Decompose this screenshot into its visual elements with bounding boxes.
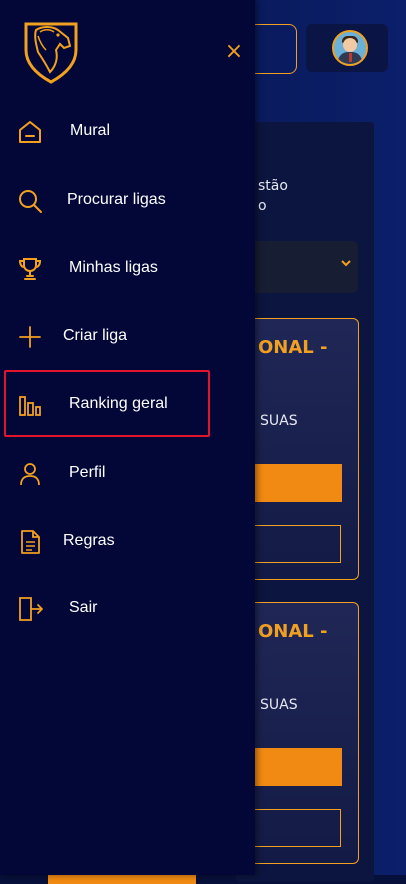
close-menu-button[interactable]: × (222, 40, 246, 64)
user-icon (20, 463, 40, 486)
navigation-drawer: × Mural Procurar ligas Minhas ligas Cria… (0, 0, 255, 875)
nav-item-minhas-ligas[interactable]: Minhas ligas (0, 243, 255, 293)
nav-item-regras[interactable]: Regras (0, 516, 255, 566)
league-card-text: SUAS (260, 413, 298, 429)
content-text-1: stão (258, 178, 288, 194)
nav-item-label: Criar liga (63, 327, 128, 344)
user-avatar-container[interactable] (306, 24, 388, 72)
nav-item-label: Mural (70, 122, 111, 139)
document-icon (21, 530, 40, 554)
nav-item-perfil[interactable]: Perfil (0, 448, 255, 498)
home-icon (19, 121, 41, 143)
nav-item-sair[interactable]: Sair (0, 583, 255, 633)
nav-item-label: Procurar ligas (67, 191, 166, 208)
nav-item-criar-liga[interactable]: Criar liga (0, 311, 255, 361)
nav-item-procurar-ligas[interactable]: Procurar ligas (0, 175, 255, 225)
search-icon (19, 190, 42, 213)
nav-item-label: Sair (69, 599, 98, 616)
bar-chart-icon (19, 396, 41, 416)
league-filter-select[interactable] (244, 241, 358, 293)
avatar[interactable] (332, 30, 368, 66)
league-card-secondary-button[interactable] (244, 525, 341, 563)
horse-logo-icon (24, 22, 78, 84)
nav-item-ranking-geral[interactable]: Ranking geral (0, 379, 255, 429)
nav-item-label: Regras (63, 532, 115, 549)
trophy-icon (18, 258, 42, 280)
league-card-title: ONAL - (258, 621, 328, 642)
nav-item-label: Perfil (69, 464, 106, 481)
league-card-primary-button[interactable] (244, 748, 342, 786)
plus-icon (19, 326, 41, 348)
league-card-title: ONAL - (258, 337, 328, 358)
league-card: ONAL - SUAS (244, 602, 359, 864)
logout-icon (19, 597, 43, 621)
nav-item-label: Minhas ligas (69, 259, 158, 276)
content-text-2: o (258, 198, 267, 214)
league-card-text: SUAS (260, 697, 298, 713)
league-card-secondary-button[interactable] (244, 809, 341, 847)
league-card-primary-button[interactable] (244, 464, 342, 502)
league-card: ONAL - SUAS (244, 318, 359, 580)
chevron-down-icon (341, 260, 351, 267)
nav-item-mural[interactable]: Mural (0, 106, 255, 156)
nav-item-label: Ranking geral (69, 395, 168, 412)
